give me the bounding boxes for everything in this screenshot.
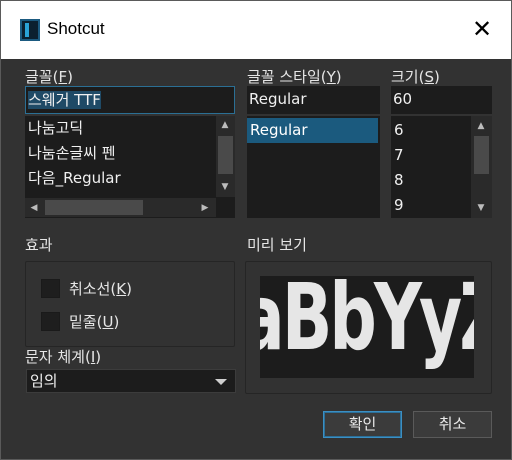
ok-button[interactable]: 확인 <box>323 411 402 438</box>
window-title: Shotcut <box>47 19 105 38</box>
size-list-vertical-scrollbar[interactable]: ▲ ▼ <box>471 116 492 218</box>
underline-label[interactable]: 밑줄(U) <box>69 311 119 332</box>
font-family-input[interactable]: 스웨거 TTF <box>25 86 235 114</box>
effects-label: 효과 <box>25 236 53 254</box>
font-size-list[interactable]: 6 7 8 9 ▲ ▼ <box>391 116 492 218</box>
preview-sample-area: aBbYyZz <box>260 276 474 378</box>
list-item[interactable]: 9 <box>391 193 404 218</box>
scroll-up-icon[interactable]: ▲ <box>217 117 233 133</box>
shotcut-app-icon <box>20 19 40 41</box>
font-family-list[interactable]: 나눔고딕 나눔손글씨 펜 다음_Regular ▲ ▼ ◀ ▶ <box>25 116 235 218</box>
chevron-down-icon[interactable] <box>215 379 227 385</box>
scroll-thumb[interactable] <box>218 136 233 174</box>
preview-label: 미리 보기 <box>247 236 307 254</box>
font-style-label: 글꼴 스타일(Y) <box>247 68 342 86</box>
list-item[interactable]: 8 <box>391 168 404 193</box>
list-item-selected[interactable]: Regular <box>247 118 378 143</box>
list-item[interactable]: 7 <box>391 143 404 168</box>
font-size-input[interactable]: 60 <box>391 86 492 114</box>
script-label: 문자 체계(I) <box>25 348 102 366</box>
script-value: 임의 <box>30 372 58 390</box>
list-item[interactable]: 6 <box>391 118 404 143</box>
close-button[interactable]: ✕ <box>464 13 500 45</box>
title-bar[interactable]: Shotcut ✕ <box>1 1 511 59</box>
scroll-thumb[interactable] <box>474 136 489 174</box>
font-style-list[interactable]: Regular <box>247 116 380 218</box>
font-list-vertical-scrollbar[interactable]: ▲ ▼ <box>216 116 235 197</box>
scroll-left-icon[interactable]: ◀ <box>26 200 42 216</box>
strikeout-checkbox[interactable] <box>41 279 60 298</box>
scroll-down-icon[interactable]: ▼ <box>473 200 489 216</box>
dialog-body: 글꼴(F) 스웨거 TTF 나눔고딕 나눔손글씨 펜 다음_Regular ▲ … <box>3 59 509 459</box>
strikeout-label[interactable]: 취소선(K) <box>69 278 132 299</box>
font-dialog-window: Shotcut ✕ 글꼴(F) 스웨거 TTF 나눔고딕 나눔손글씨 펜 다음_… <box>0 0 512 460</box>
font-size-label: 크기(S) <box>391 68 440 86</box>
cancel-button[interactable]: 취소 <box>413 411 492 438</box>
effects-group: 취소선(K) 밑줄(U) <box>25 261 235 347</box>
scroll-thumb[interactable] <box>45 200 143 215</box>
list-item[interactable]: 나눔고딕 <box>25 116 83 141</box>
list-item[interactable]: 다음_Regular <box>25 166 121 191</box>
scroll-up-icon[interactable]: ▲ <box>473 118 489 134</box>
font-family-label: 글꼴(F) <box>25 68 73 86</box>
font-list-horizontal-scrollbar[interactable]: ◀ ▶ <box>25 198 216 217</box>
scroll-down-icon[interactable]: ▼ <box>217 179 233 195</box>
preview-sample-text: aBbYyZz <box>260 276 474 371</box>
font-style-input[interactable]: Regular <box>247 86 380 114</box>
script-combobox[interactable]: 임의 <box>26 369 236 393</box>
scroll-right-icon[interactable]: ▶ <box>197 200 213 216</box>
list-item[interactable]: 나눔손글씨 펜 <box>25 141 116 166</box>
underline-checkbox[interactable] <box>41 312 60 331</box>
